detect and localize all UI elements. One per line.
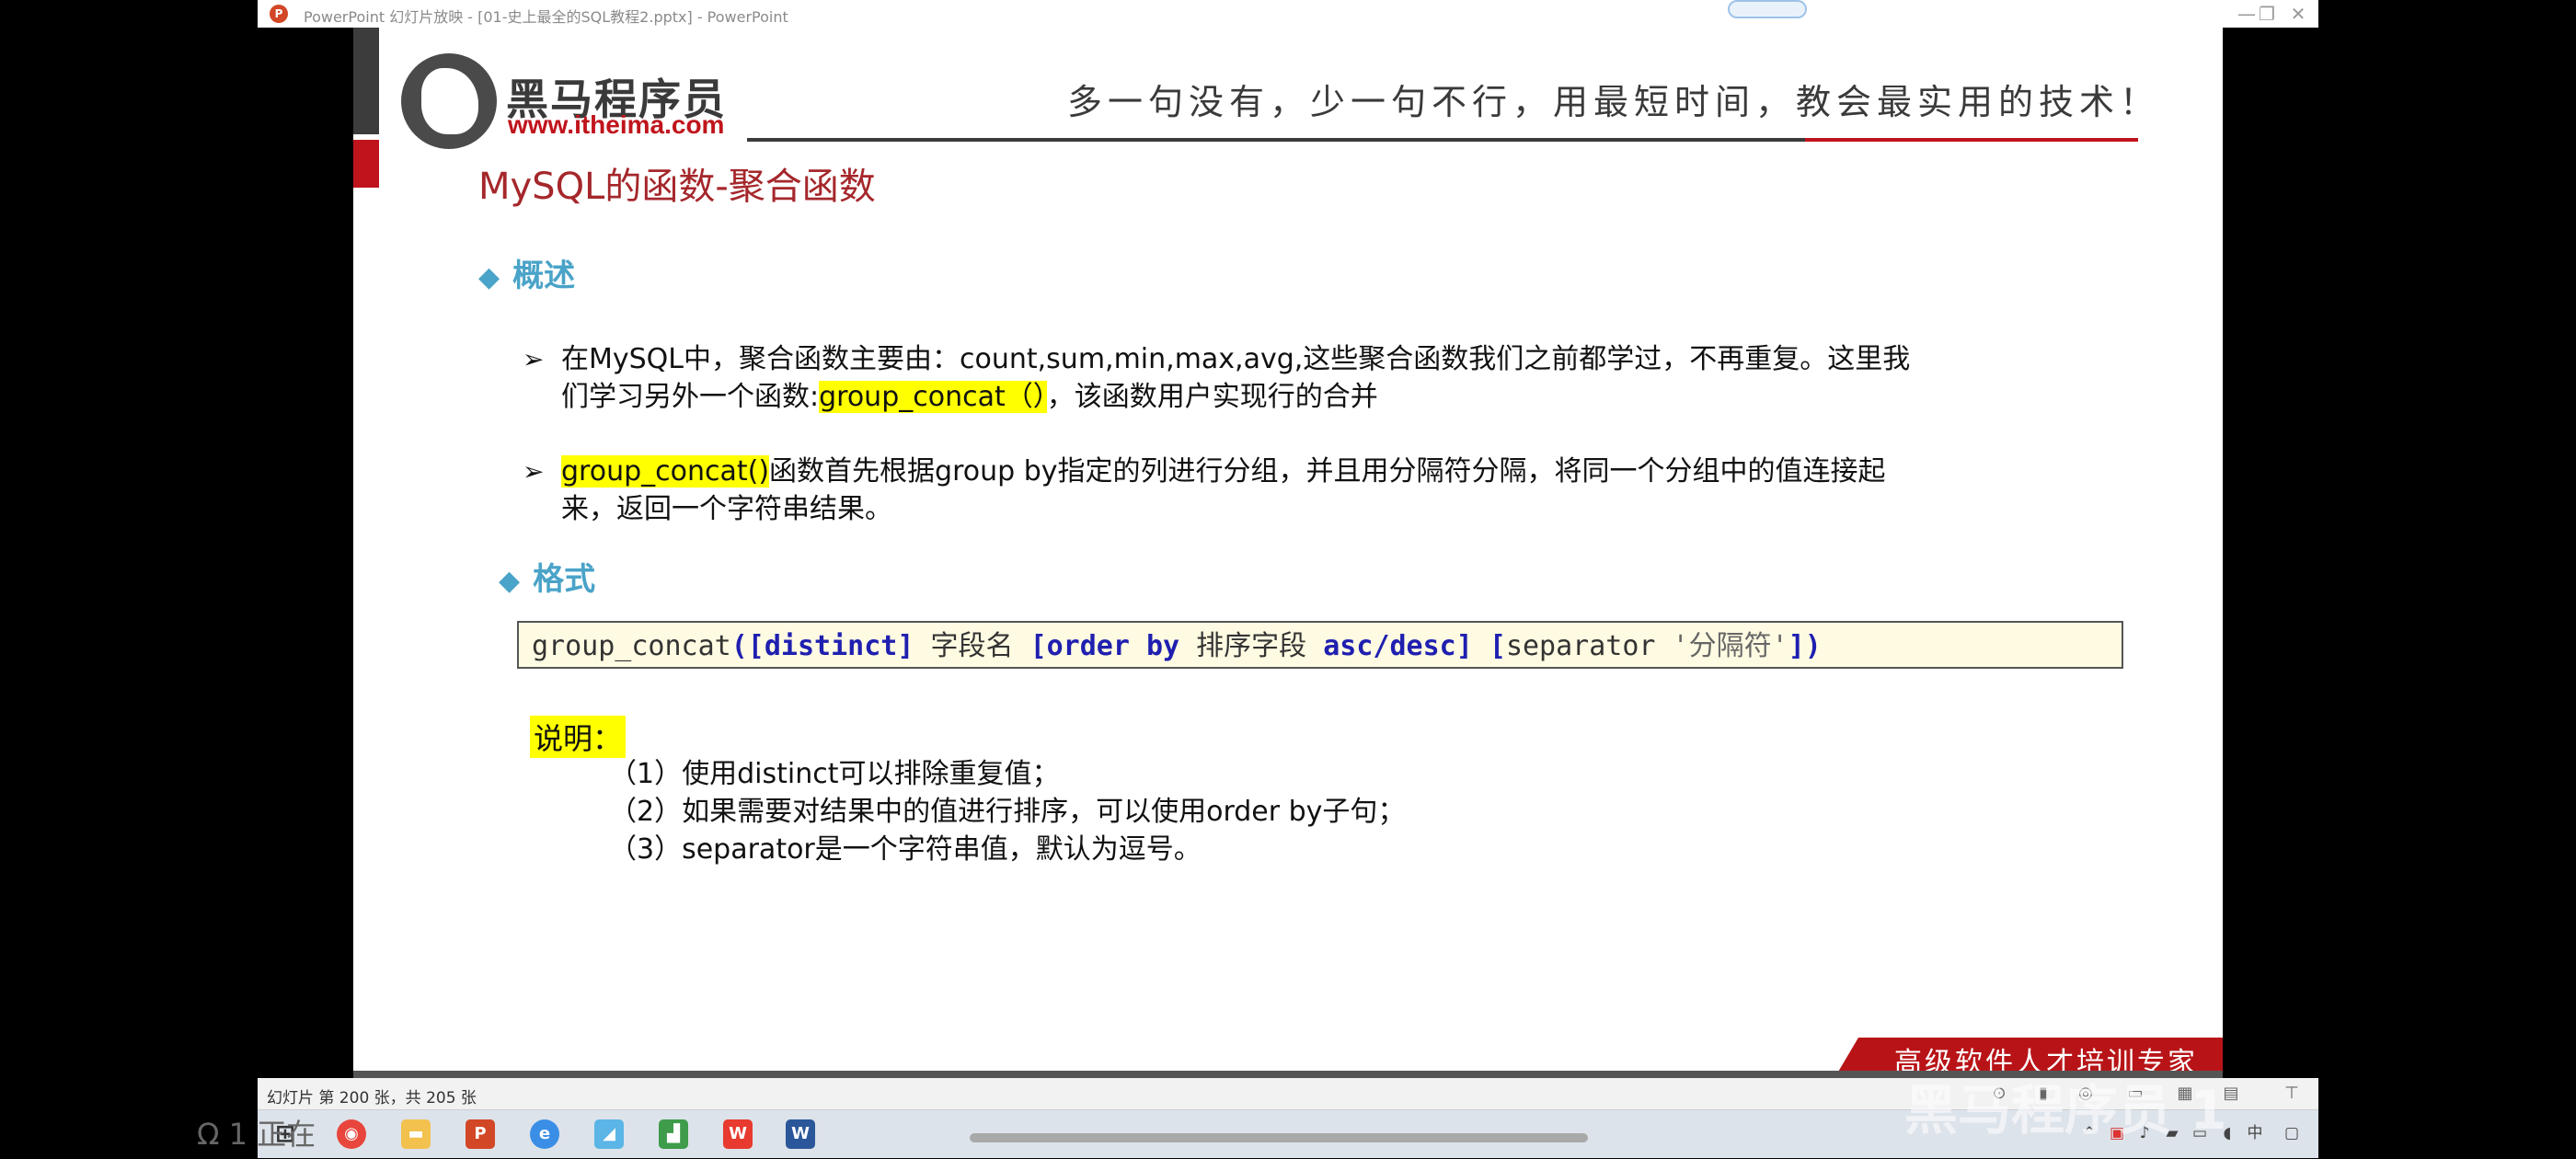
browser-icon[interactable]: e	[530, 1119, 559, 1149]
slideshow-icon[interactable]: ⊤	[2282, 1084, 2302, 1104]
word-icon[interactable]: W	[786, 1119, 815, 1149]
highlighted-function: group_concat()	[561, 455, 770, 488]
code-keyword-distinct: distinct	[764, 630, 898, 662]
powerpoint-taskbar-icon[interactable]: P	[466, 1119, 495, 1149]
bullet-line-suffix: 函数首先根据group by指定的列进行分组，并且用分隔符分隔，将同一个分组中的…	[769, 455, 1886, 488]
code-keyword-order-by: order by	[1046, 630, 1180, 662]
chrome-icon[interactable]: ◉	[337, 1119, 366, 1149]
highlighted-function: group_concat（）	[819, 381, 1047, 413]
arrow-bullet-icon: ➢	[523, 456, 545, 487]
bullet-text: 在MySQL中，聚合函数主要由：count,sum,min,max,avg,这些…	[561, 340, 1960, 416]
code-bracket: ([	[730, 630, 765, 662]
window-title: PowerPoint 幻灯片放映 - [01-史上最全的SQL教程2.pptx]…	[304, 8, 788, 26]
code-bracket: ])	[1788, 630, 1822, 662]
section-heading: 格式	[533, 561, 596, 598]
wps-icon[interactable]: W	[723, 1119, 753, 1149]
notification-icon[interactable]: ▢	[2282, 1123, 2302, 1143]
bullet-item: ➢ 在MySQL中，聚合函数主要由：count,sum,min,max,avg,…	[523, 340, 1958, 418]
code-bracket: [	[1489, 630, 1506, 662]
horizontal-scrollbar[interactable]	[970, 1133, 1588, 1142]
close-button[interactable]: ✕	[2280, 2, 2317, 26]
file-explorer-icon[interactable]: ▬	[401, 1119, 431, 1149]
bullet-line-prefix: 们学习另外一个函数:	[561, 381, 820, 413]
code-keyword-separator: separator	[1505, 630, 1673, 662]
code-keyword-asc-desc: asc/desc	[1323, 630, 1456, 662]
code-bracket: ]	[1455, 630, 1473, 662]
note-item: （1）使用distinct可以排除重复值；	[609, 758, 1060, 790]
window-titlebar: P PowerPoint 幻灯片放映 - [01-史上最全的SQL教程2.ppt…	[258, 0, 2318, 28]
diamond-bullet-icon: ◆	[499, 565, 521, 597]
slide-canvas: 黑马程序员 www.itheima.com 多一句没有，少一句不行，用最短时间，…	[353, 28, 2223, 1078]
syntax-code-box: group_concat([distinct] 字段名 [order by 排序…	[517, 621, 2123, 669]
code-bracket: [	[1029, 630, 1047, 662]
section-overview: ◆ 概述	[478, 250, 575, 295]
note-item: （2）如果需要对结果中的值进行排序，可以使用order by子句；	[609, 796, 1406, 828]
section-format: ◆ 格式	[499, 554, 595, 599]
logo-url: www.itheima.com	[508, 110, 725, 139]
bullet-line: 来，返回一个字符串结果。	[561, 493, 892, 525]
slide-title: MySQL的函数-聚合函数	[478, 166, 876, 208]
chart-app-icon[interactable]: ▟	[659, 1119, 688, 1149]
code-string: '分隔符'	[1672, 630, 1788, 662]
code-function: group_concat	[532, 630, 731, 662]
bullet-line-suffix: ，该函数用户实现行的合并	[1046, 381, 1378, 413]
diamond-bullet-icon: ◆	[478, 261, 500, 293]
header-rule-red	[1805, 138, 2138, 142]
bullet-item: ➢ group_concat()函数首先根据group by指定的列进行分组，并…	[523, 453, 1958, 530]
app-icon[interactable]: ◢	[594, 1119, 624, 1149]
drag-handle[interactable]	[1728, 0, 1807, 18]
bullet-line: 在MySQL中，聚合函数主要由：count,sum,min,max,avg,这些…	[561, 343, 1911, 375]
arrow-bullet-icon: ➢	[523, 344, 545, 374]
powerpoint-app-icon: P	[270, 5, 288, 23]
bullet-text: group_concat()函数首先根据group by指定的列进行分组，并且用…	[561, 453, 1960, 528]
section-heading: 概述	[512, 258, 576, 294]
code-bracket: ]	[897, 630, 914, 662]
note-item: （3）separator是一个字符串值，默认为逗号。	[609, 833, 1202, 866]
code-sort-field: 排序字段	[1179, 630, 1324, 662]
code-field: 字段名	[914, 630, 1030, 662]
overlay-watermark-right: 黑马程序员 1	[1904, 1079, 2227, 1142]
slide-counter: 幻灯片 第 200 张，共 205 张	[267, 1089, 477, 1107]
left-accent-bar-dark	[353, 28, 379, 134]
input-method-icon[interactable]: 中	[2245, 1123, 2265, 1143]
notes-label: 说明：	[530, 716, 627, 758]
header-rule-dark	[747, 138, 1814, 142]
left-accent-bar-red	[353, 140, 379, 188]
overlay-watermark-left: Ω 1 正在	[197, 1117, 316, 1152]
slogan: 多一句没有，少一句不行，用最短时间，教会最实用的技术！	[1067, 82, 2161, 122]
